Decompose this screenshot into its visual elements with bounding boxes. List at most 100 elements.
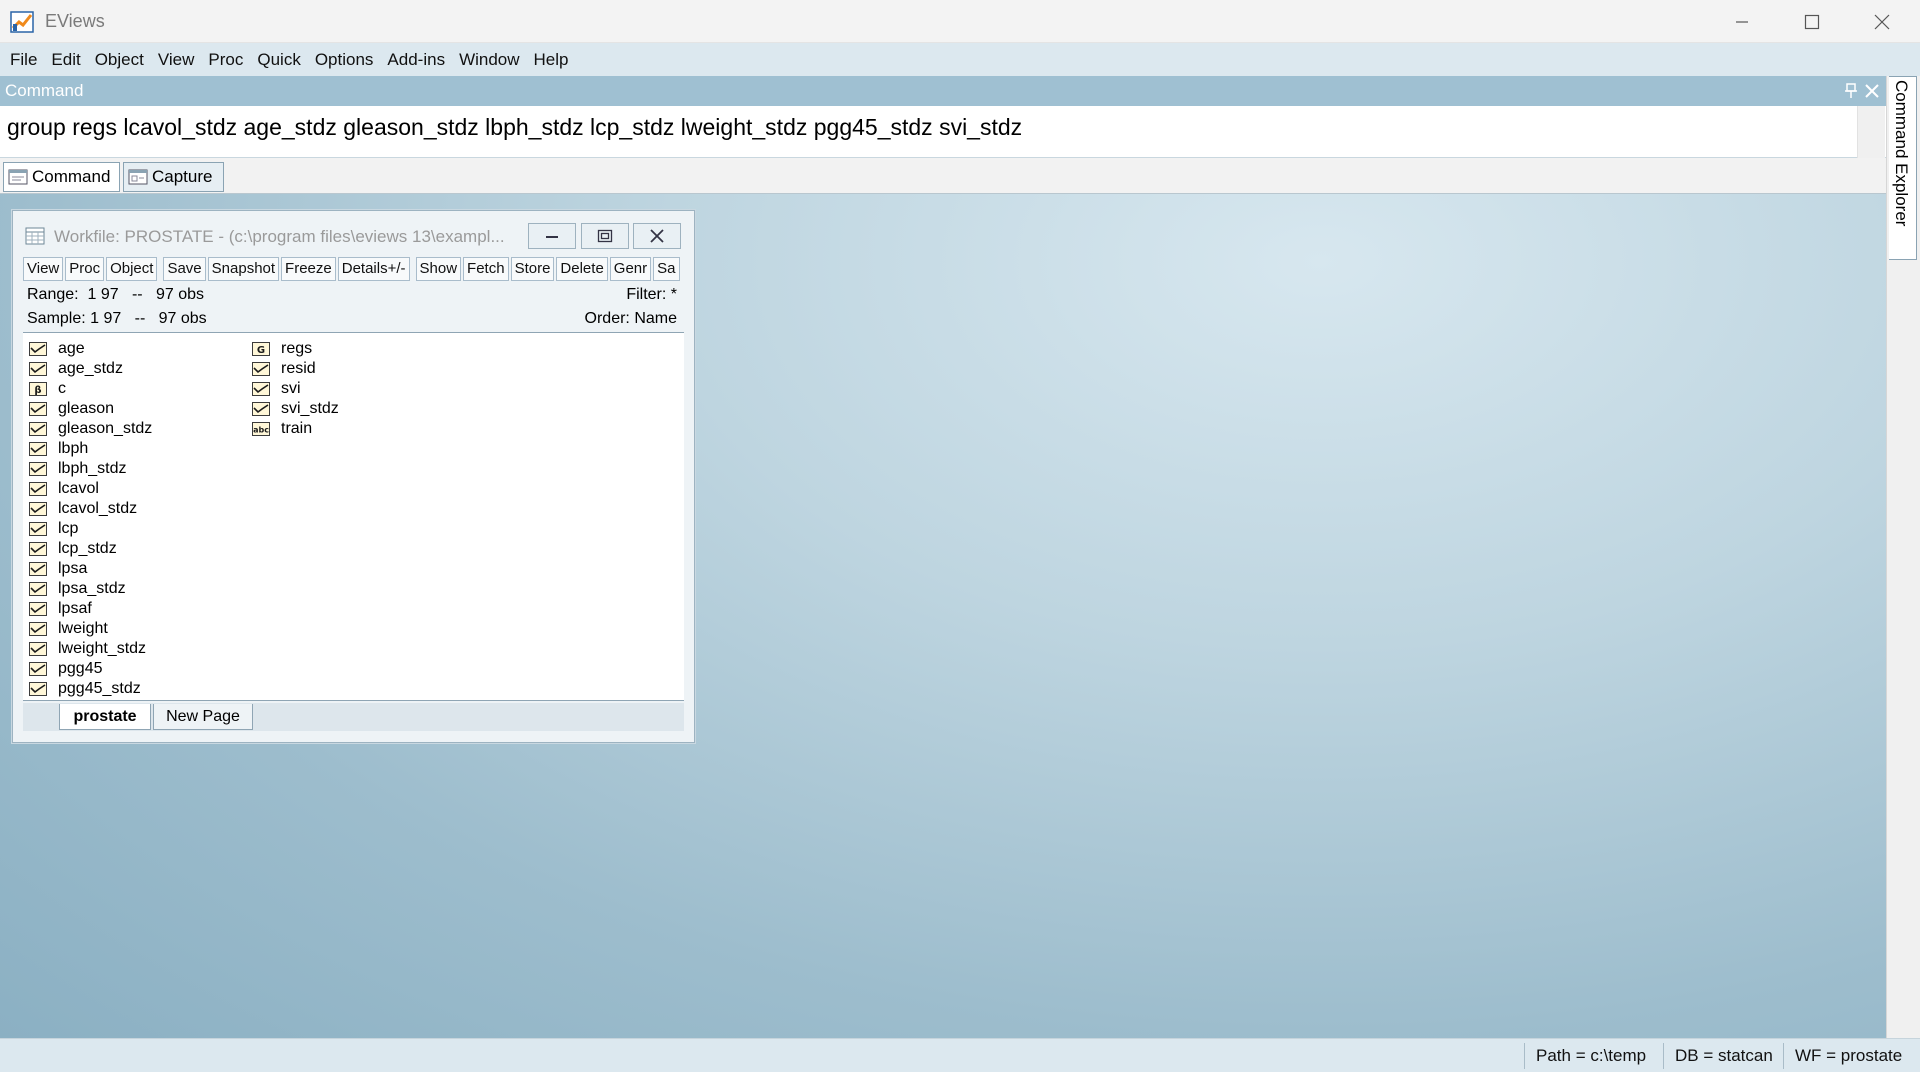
fetch-button[interactable]: Fetch bbox=[463, 257, 509, 281]
object-name: svi_stdz bbox=[281, 400, 339, 417]
details-button[interactable]: Details+/- bbox=[337, 257, 410, 281]
show-button[interactable]: Show bbox=[415, 257, 462, 281]
freeze-button[interactable]: Freeze bbox=[281, 257, 336, 281]
list-item[interactable]: svi bbox=[252, 379, 339, 399]
list-item[interactable]: lcp bbox=[29, 519, 152, 539]
genr-button[interactable]: Genr bbox=[609, 257, 652, 281]
eviews-logo-icon bbox=[10, 11, 34, 33]
series-icon bbox=[252, 382, 270, 396]
workfile-titlebar[interactable]: Workfile: PROSTATE - (c:\program files\e… bbox=[13, 211, 694, 249]
command-text[interactable]: group regs lcavol_stdz age_stdz gleason_… bbox=[7, 114, 1022, 141]
series-icon bbox=[29, 442, 47, 456]
order-text[interactable]: Order: Name bbox=[585, 310, 677, 328]
status-wf: WF = prostate bbox=[1783, 1043, 1902, 1069]
list-item[interactable]: lcp_stdz bbox=[29, 539, 152, 559]
menu-add-ins[interactable]: Add-ins bbox=[381, 46, 451, 74]
command-tabs: Command Capture bbox=[0, 158, 1886, 194]
status-bar: Path = c:\temp DB = statcan WF = prostat… bbox=[0, 1038, 1920, 1072]
list-item[interactable]: lweight bbox=[29, 619, 152, 639]
series-icon bbox=[29, 462, 47, 476]
command-panel-header: Command bbox=[0, 76, 1886, 106]
minimize-button[interactable] bbox=[1707, 0, 1777, 43]
menu-proc[interactable]: Proc bbox=[202, 46, 249, 74]
range-text[interactable]: Range: 1 97 -- 97 obs bbox=[27, 286, 204, 304]
tab-capture[interactable]: Capture bbox=[123, 162, 224, 192]
command-panel-close-icon[interactable] bbox=[1863, 82, 1881, 100]
snapshot-button[interactable]: Snapshot bbox=[207, 257, 280, 281]
object-name: age bbox=[58, 340, 85, 357]
list-item[interactable]: abc train bbox=[252, 419, 339, 439]
object-button[interactable]: Object bbox=[106, 257, 158, 281]
list-item[interactable]: lcavol_stdz bbox=[29, 499, 152, 519]
save-button[interactable]: Save bbox=[163, 257, 206, 281]
menu-file[interactable]: File bbox=[4, 46, 43, 74]
series-icon bbox=[29, 562, 47, 576]
object-name: lcavol_stdz bbox=[58, 500, 138, 517]
object-name: c bbox=[58, 380, 66, 397]
filter-text[interactable]: Filter: * bbox=[626, 286, 677, 304]
list-item[interactable]: pgg45_stdz bbox=[29, 679, 152, 699]
list-item[interactable]: pgg45 bbox=[29, 659, 152, 679]
series-icon bbox=[29, 502, 47, 516]
object-name: lweight bbox=[58, 620, 108, 637]
list-item[interactable]: gleason bbox=[29, 399, 152, 419]
window-title: EViews bbox=[45, 11, 105, 31]
list-item[interactable]: lcavol bbox=[29, 479, 152, 499]
object-name: regs bbox=[281, 340, 313, 357]
list-item[interactable]: lpsa bbox=[29, 559, 152, 579]
menu-bar: File Edit Object View Proc Quick Options… bbox=[0, 43, 1920, 76]
workfile-close-button[interactable] bbox=[633, 223, 681, 249]
list-item[interactable]: lpsaf bbox=[29, 599, 152, 619]
menu-help[interactable]: Help bbox=[528, 46, 575, 74]
list-item[interactable]: age bbox=[29, 339, 152, 359]
menu-object[interactable]: Object bbox=[89, 46, 150, 74]
list-item[interactable]: age_stdz bbox=[29, 359, 152, 379]
minimize-icon bbox=[546, 236, 558, 238]
pin-icon[interactable] bbox=[1843, 82, 1859, 100]
menu-quick[interactable]: Quick bbox=[251, 46, 306, 74]
workfile-window[interactable]: Workfile: PROSTATE - (c:\program files\e… bbox=[12, 210, 695, 743]
menu-options[interactable]: Options bbox=[309, 46, 380, 74]
workfile-minimize-button[interactable] bbox=[528, 223, 576, 249]
command-panel-title: Command bbox=[5, 81, 84, 100]
maximize-button[interactable] bbox=[1777, 0, 1847, 43]
series-icon bbox=[252, 362, 270, 376]
page-tab-prostate[interactable]: prostate bbox=[59, 704, 151, 730]
workfile-info: Range: 1 97 -- 97 obs Sample: 1 97 -- 97… bbox=[23, 283, 684, 331]
menu-window[interactable]: Window bbox=[453, 46, 525, 74]
view-button[interactable]: View bbox=[23, 257, 64, 281]
command-scrollbar[interactable] bbox=[1857, 106, 1885, 158]
command-input-area[interactable]: group regs lcavol_stdz age_stdz gleason_… bbox=[0, 106, 1886, 158]
tab-capture-label: Capture bbox=[152, 167, 213, 186]
list-item[interactable]: lbph_stdz bbox=[29, 459, 152, 479]
store-button[interactable]: Store bbox=[510, 257, 555, 281]
list-item[interactable]: lpsa_stdz bbox=[29, 579, 152, 599]
page-tab-new-page[interactable]: New Page bbox=[153, 704, 253, 730]
series-icon bbox=[29, 362, 47, 376]
menu-edit[interactable]: Edit bbox=[45, 46, 86, 74]
sample-text[interactable]: Sample: 1 97 -- 97 obs bbox=[27, 310, 207, 328]
list-item[interactable]: βc bbox=[29, 379, 152, 399]
close-icon bbox=[650, 229, 664, 243]
series-icon bbox=[29, 422, 47, 436]
close-button[interactable] bbox=[1847, 0, 1917, 43]
sample-button[interactable]: Sa bbox=[653, 257, 680, 281]
list-item[interactable]: gleason_stdz bbox=[29, 419, 152, 439]
proc-button[interactable]: Proc bbox=[65, 257, 105, 281]
series-icon bbox=[29, 342, 47, 356]
list-item[interactable]: lweight_stdz bbox=[29, 639, 152, 659]
list-item[interactable]: lbph bbox=[29, 439, 152, 459]
capture-window-icon bbox=[128, 169, 148, 185]
page-tab-bar: prostate New Page bbox=[23, 703, 684, 731]
command-explorer-label[interactable]: Command Explorer bbox=[1891, 80, 1911, 226]
list-item[interactable]: resid bbox=[252, 359, 339, 379]
menu-view[interactable]: View bbox=[152, 46, 201, 74]
workfile-maximize-button[interactable] bbox=[581, 223, 629, 249]
delete-button[interactable]: Delete bbox=[556, 257, 608, 281]
workfile-title: Workfile: PROSTATE - (c:\program files\e… bbox=[54, 227, 505, 246]
list-item[interactable]: svi_stdz bbox=[252, 399, 339, 419]
list-item[interactable]: Gregs bbox=[252, 339, 339, 359]
series-icon bbox=[29, 642, 47, 656]
tab-command[interactable]: Command bbox=[3, 162, 120, 192]
object-name: lcp_stdz bbox=[58, 540, 117, 557]
